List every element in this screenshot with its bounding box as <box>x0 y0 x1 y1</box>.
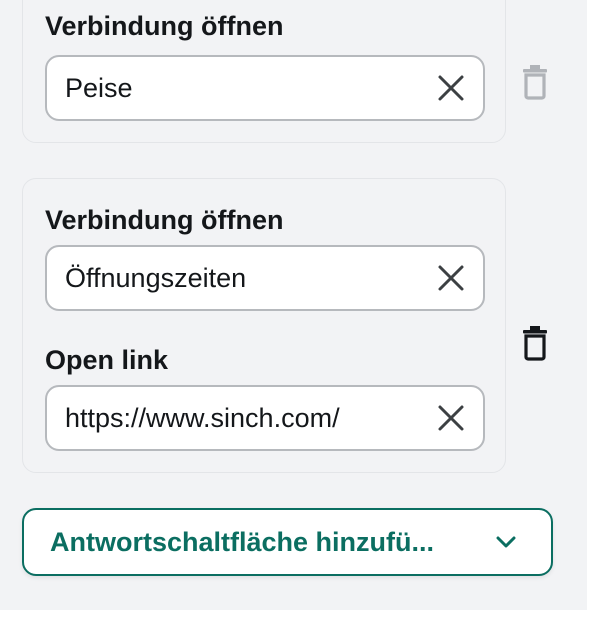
button-card-1: Verbindung öffnen Peise <box>22 0 506 143</box>
link-text-field[interactable]: Peise <box>45 55 485 121</box>
trash-icon[interactable] <box>521 325 549 361</box>
url-value[interactable]: https://www.sinch.com/ <box>65 387 423 449</box>
link-text-field[interactable]: Öffnungszeiten <box>45 245 485 311</box>
open-link-label: Open link <box>45 345 169 375</box>
link-text-value[interactable]: Peise <box>65 57 423 119</box>
close-icon[interactable] <box>437 74 465 102</box>
button-card-2: Verbindung öffnen Öffnungszeiten Open li… <box>22 178 506 473</box>
chevron-down-icon <box>496 536 516 548</box>
url-field[interactable]: https://www.sinch.com/ <box>45 385 485 451</box>
link-text-label: Verbindung öffnen <box>45 11 284 41</box>
trash-icon[interactable] <box>521 64 549 100</box>
button-editor-panel: Verbindung öffnen Peise Verbindung öffne… <box>0 0 587 610</box>
add-reply-button[interactable]: Antwortschaltfläche hinzufü... <box>22 508 553 576</box>
add-reply-button-label: Antwortschaltfläche hinzufü... <box>50 527 435 557</box>
close-icon[interactable] <box>437 264 465 292</box>
link-text-value[interactable]: Öffnungszeiten <box>65 247 423 309</box>
close-icon[interactable] <box>437 404 465 432</box>
link-text-label: Verbindung öffnen <box>45 205 284 235</box>
